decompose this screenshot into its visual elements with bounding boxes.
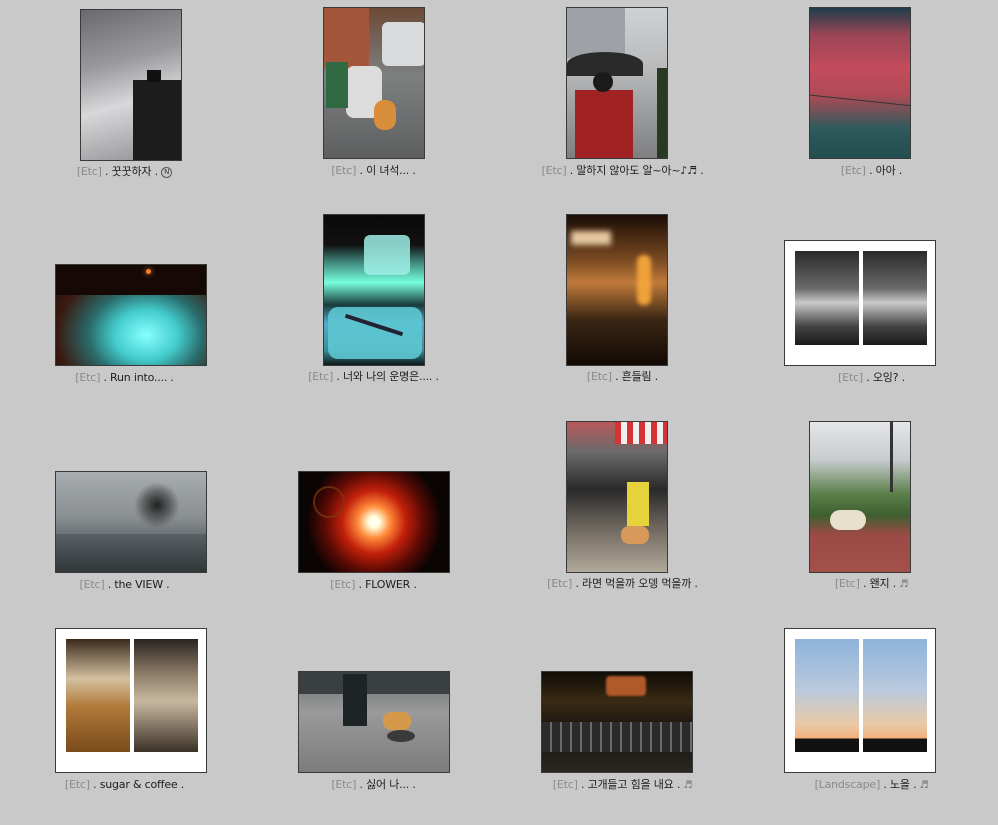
photo-title-link[interactable]: . 싫어 나... .: [360, 778, 416, 791]
photo-thumbnail[interactable]: [55, 628, 207, 773]
gallery-item: [Etc] . 아아 .: [747, 0, 996, 205]
photo-caption: [Etc] . 왠지 . ♬: [747, 577, 996, 592]
gallery-item: [Etc] . 너와 나의 운명은.... .: [249, 206, 498, 411]
photo-caption: [Etc] . the VIEW .: [0, 578, 249, 592]
photo-title-link[interactable]: . 이 녀석... .: [360, 164, 416, 177]
category-link[interactable]: [Etc]: [331, 164, 356, 177]
photo-title-link[interactable]: . 말하지 않아도 알~아~♪♬ .: [570, 164, 704, 177]
photo-thumbnail[interactable]: [298, 671, 450, 773]
gallery-item: [Landscape] . 노을 . ♬: [747, 620, 996, 825]
photo-thumbnail[interactable]: [55, 264, 207, 366]
category-link[interactable]: [Etc]: [587, 370, 612, 383]
photo-caption: [Etc] . 꿋꿋하자 . N: [0, 165, 249, 179]
music-note-icon: ♬: [683, 780, 693, 791]
photo-caption: [Etc] . 말하지 않아도 알~아~♪♬ .: [498, 164, 747, 178]
photo-thumbnail[interactable]: [784, 240, 936, 366]
gallery-item: [Etc] . FLOWER .: [249, 413, 498, 618]
gallery-item: [Etc] . 꿋꿋하자 . N: [0, 0, 249, 205]
photo-caption: [Etc] . 싫어 나... .: [249, 778, 498, 792]
category-link[interactable]: [Etc]: [308, 370, 333, 383]
photo-thumbnail[interactable]: [323, 7, 425, 159]
photo-title-link[interactable]: . 고개들고 힘을 내요 .: [581, 778, 680, 791]
photo-caption: [Etc] . 흔들림 .: [498, 370, 747, 384]
photo-thumbnail[interactable]: [55, 471, 207, 573]
photo-title-link[interactable]: . 아아 .: [869, 164, 902, 177]
music-note-icon: ♬: [919, 780, 929, 791]
photo-thumbnail[interactable]: [809, 7, 911, 159]
category-link[interactable]: [Etc]: [330, 578, 355, 591]
category-link[interactable]: [Landscape]: [815, 778, 881, 791]
gallery-item: [Etc] . Run into.... .: [0, 206, 249, 411]
gallery-item: [Etc] . 이 녀석... .: [249, 0, 498, 205]
gallery-item: [Etc] . the VIEW .: [0, 413, 249, 618]
photo-caption: [Etc] . 라면 먹을까 오뎅 먹을까 .: [498, 577, 747, 591]
gallery-item: [Etc] . 싫어 나... .: [249, 620, 498, 825]
photo-title-link[interactable]: . Run into.... .: [103, 371, 173, 384]
photo-thumbnail[interactable]: [298, 471, 450, 573]
category-link[interactable]: [Etc]: [80, 578, 105, 591]
photo-thumbnail[interactable]: [541, 671, 693, 773]
category-link[interactable]: [Etc]: [841, 164, 866, 177]
photo-caption: [Etc] . 이 녀석... .: [249, 164, 498, 178]
music-note-icon: ♬: [899, 579, 909, 590]
photo-thumbnail[interactable]: [566, 421, 668, 573]
category-link[interactable]: [Etc]: [75, 371, 100, 384]
gallery-item: [Etc] . 고개들고 힘을 내요 . ♬: [498, 620, 747, 825]
photo-thumbnail[interactable]: [566, 7, 668, 159]
gallery-item: [Etc] . sugar & coffee .: [0, 620, 249, 825]
photo-gallery: [Etc] . 꿋꿋하자 . N [Etc] . 이 녀석... . [Etc]: [0, 0, 998, 795]
photo-title-link[interactable]: . 너와 나의 운명은.... .: [336, 370, 439, 383]
photo-caption: [Etc] . 너와 나의 운명은.... .: [249, 370, 498, 384]
category-link[interactable]: [Etc]: [65, 778, 90, 791]
photo-thumbnail[interactable]: [784, 628, 936, 773]
photo-thumbnail[interactable]: [566, 214, 668, 366]
photo-caption: [Etc] . sugar & coffee .: [0, 778, 249, 792]
category-link[interactable]: [Etc]: [547, 577, 572, 590]
photo-title-link[interactable]: . 라면 먹을까 오뎅 먹을까 .: [575, 577, 697, 590]
photo-title-link[interactable]: . 노을 .: [883, 778, 916, 791]
photo-title-link[interactable]: . sugar & coffee .: [93, 778, 184, 791]
photo-caption: [Etc] . Run into.... .: [0, 371, 249, 385]
gallery-item: [Etc] . 라면 먹을까 오뎅 먹을까 .: [498, 413, 747, 618]
photo-caption: [Etc] . 고개들고 힘을 내요 . ♬: [498, 778, 747, 793]
category-link[interactable]: [Etc]: [835, 577, 860, 590]
photo-caption: [Landscape] . 노을 . ♬: [747, 778, 996, 793]
category-link[interactable]: [Etc]: [542, 164, 567, 177]
category-link[interactable]: [Etc]: [77, 165, 102, 178]
photo-caption: [Etc] . 아아 .: [747, 164, 996, 178]
photo-title-link[interactable]: . 꿋꿋하자 .: [105, 165, 158, 178]
category-link[interactable]: [Etc]: [331, 778, 356, 791]
photo-title-link[interactable]: . 왠지 .: [863, 577, 896, 590]
photo-thumbnail[interactable]: [323, 214, 425, 366]
gallery-item: [Etc] . 왠지 . ♬: [747, 413, 996, 618]
gallery-item: [Etc] . 말하지 않아도 알~아~♪♬ .: [498, 0, 747, 205]
photo-caption: [Etc] . 오잉? .: [747, 371, 996, 385]
photo-title-link[interactable]: . 오잉? .: [866, 371, 905, 384]
photo-thumbnail[interactable]: [80, 9, 182, 161]
gallery-item: [Etc] . 오잉? .: [747, 206, 996, 411]
gallery-item: [Etc] . 흔들림 .: [498, 206, 747, 411]
category-link[interactable]: [Etc]: [553, 778, 578, 791]
category-link[interactable]: [Etc]: [838, 371, 863, 384]
photo-title-link[interactable]: . 흔들림 .: [615, 370, 658, 383]
photo-thumbnail[interactable]: [809, 421, 911, 573]
photo-caption: [Etc] . FLOWER .: [249, 578, 498, 592]
photo-title-link[interactable]: . the VIEW .: [108, 578, 170, 591]
photo-title-link[interactable]: . FLOWER .: [359, 578, 417, 591]
new-badge-icon: N: [161, 167, 173, 178]
